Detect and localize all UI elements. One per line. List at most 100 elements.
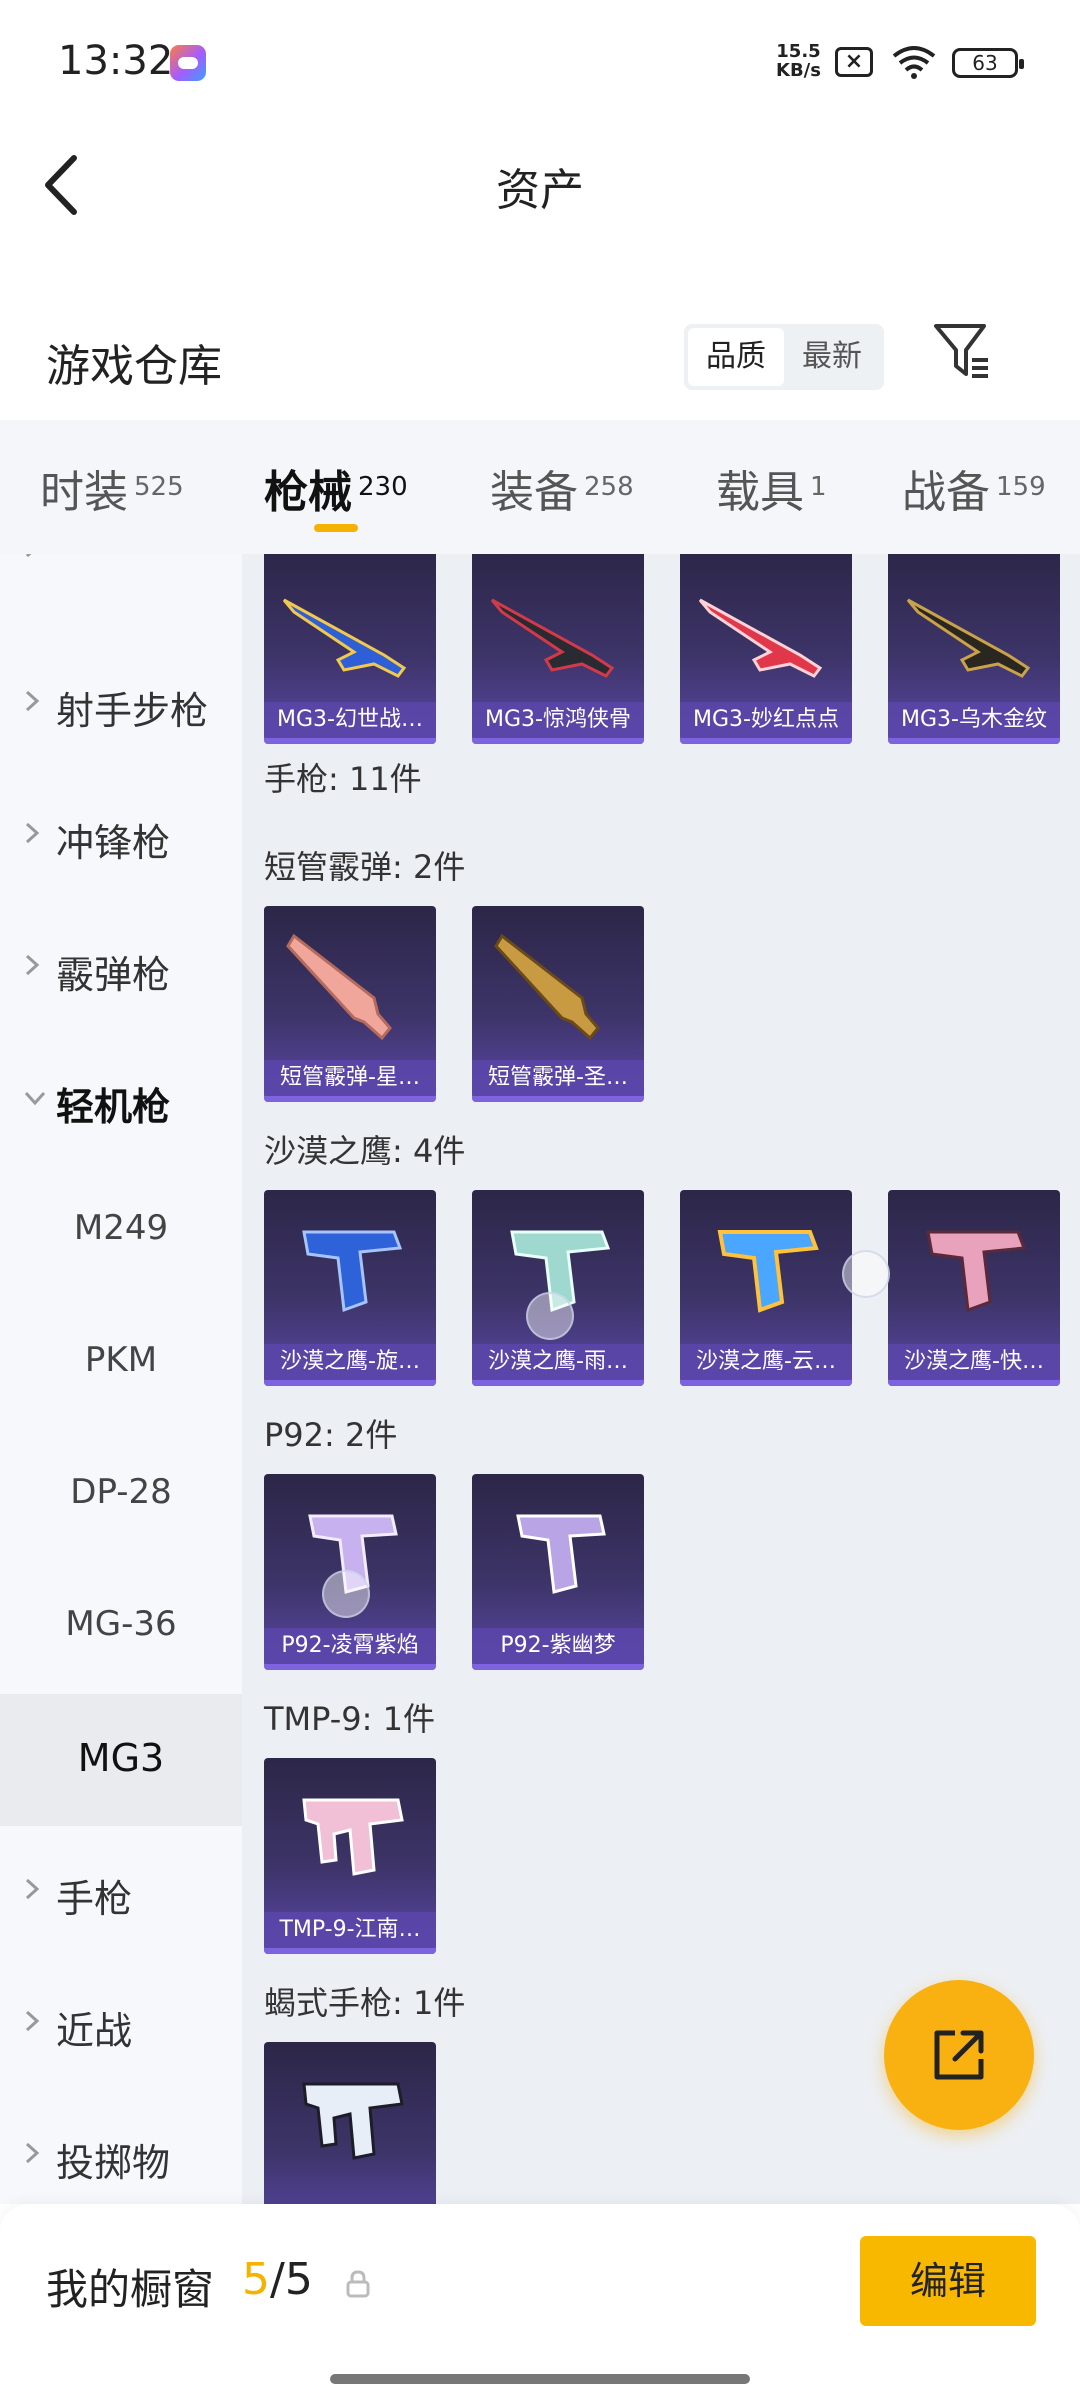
showcase-bar: 我的橱窗 5/5 编辑 [0,2204,1080,2400]
sidebar-item-smg[interactable]: 冲锋枪 [0,770,242,902]
skin-card-name: 沙漠之鹰-云… [680,1344,852,1380]
section-title-desert-eagle: 沙漠之鹰: 4件 [264,1132,466,1170]
tab-equipment[interactable]: 装备 258 [490,456,634,520]
chevron-right-icon [25,1878,40,1900]
section-title-pistol: 手枪: 11件 [264,760,422,798]
skin-card-name: TMP-9-江南… [264,1912,436,1948]
sidebar-item-label: 冲锋枪 [56,821,171,865]
sidebar-item-label: 手枪 [56,1877,133,1921]
skin-card-name: 沙漠之鹰-旋… [264,1344,436,1380]
skin-card-name: P92-凌霄紫焰 [264,1628,436,1664]
sim-off-icon: × [835,47,873,77]
showcase-count: 5/5 [242,2254,313,2305]
sidebar-item-label: PKM [84,1340,158,1380]
sidebar-item-marksman-rifle[interactable]: 射手步枪 [0,638,242,770]
tab-count: 230 [358,472,408,502]
app-header: 资产 [0,130,1080,240]
skin-card[interactable] [264,2042,436,2204]
pistol-icon [302,1230,403,1313]
status-bar: 13:32 15.5 KB/s × 63 [0,0,1080,130]
touch-indicator [842,1250,890,1298]
section-title-sawed-off: 短管霰弹: 2件 [264,848,466,886]
sidebar-subitem-dp28[interactable]: DP-28 [0,1430,242,1562]
sidebar-subitem-m249[interactable]: M249 [0,1166,242,1298]
skin-card[interactable]: MG3-妙红点点 [680,554,852,744]
sidebar-item-label: 投掷物 [56,2141,171,2185]
skin-card-name: 短管霰弹-星… [264,1060,436,1096]
battery-icon: 63 [952,48,1024,78]
skin-card-name: MG3-妙红点点 [680,702,852,738]
filter-icon[interactable] [932,320,992,384]
skin-card[interactable]: MG3-幻世战… [264,554,436,744]
skin-card[interactable]: 短管霰弹-圣… [472,906,644,1102]
sidebar-subitem-pkm[interactable]: PKM [0,1298,242,1430]
tab-count: 159 [996,472,1046,502]
sidebar-item-lmg[interactable]: 轻机枪 [0,1034,242,1166]
sidebar-item-label: 轻机枪 [56,1085,171,1129]
chevron-right-icon [25,822,40,844]
rifle-icon [906,598,1031,678]
sidebar-item-throwable[interactable]: 投掷物 [0,2090,242,2204]
sidebar-item-label: DP-28 [70,1472,172,1512]
skin-card-name: MG3-惊鸿侠骨 [472,702,644,738]
sidebar-item-pistol[interactable]: 手枪 [0,1826,242,1958]
sidebar-subitem-mg3[interactable]: MG3 [0,1694,242,1826]
share-button[interactable] [884,1980,1034,2130]
network-speed: 15.5 KB/s [776,42,821,80]
active-tab-indicator [314,524,358,532]
tab-label: 枪械 [264,467,352,518]
skin-card[interactable]: TMP-9-江南… [264,1758,436,1954]
status-time: 13:32 [58,38,174,84]
skin-card[interactable]: 沙漠之鹰-旋… [264,1190,436,1386]
sidebar-item-melee[interactable]: 近战 [0,1958,242,2090]
rifle-icon [698,598,823,678]
sidebar-item-label: MG3 [77,1736,165,1780]
sidebar-item-label: MG-36 [65,1604,177,1644]
skin-card-name: 沙漠之鹰-雨… [472,1344,644,1380]
tab-label: 战备 [902,467,990,518]
skin-card[interactable]: 沙漠之鹰-雨… [472,1190,644,1386]
network-speed-value: 15.5 [776,41,821,62]
warehouse-header: 游戏仓库 品质 最新 [0,300,1080,420]
tab-firearms[interactable]: 枪械 230 [264,456,408,520]
chevron-right-icon [25,954,40,976]
tab-label: 时装 [40,467,128,518]
tab-vehicles[interactable]: 载具 1 [716,456,827,520]
sidebar-item-partial[interactable] [0,554,242,616]
section-title-scorpion: 蝎式手枪: 1件 [264,1984,466,2022]
network-speed-unit: KB/s [776,60,821,81]
lock-icon [346,2270,370,2298]
home-indicator[interactable] [330,2374,750,2384]
skin-card-name: P92-紫幽梦 [472,1628,644,1664]
skin-card[interactable]: P92-紫幽梦 [472,1474,644,1670]
sort-quality-button[interactable]: 品质 [688,328,784,386]
chevron-right-icon [25,2142,40,2164]
sidebar-item-shotgun[interactable]: 霰弹枪 [0,902,242,1034]
chevron-right-icon [25,554,32,558]
skin-card[interactable]: 沙漠之鹰-快… [888,1190,1060,1386]
tab-combat-gear[interactable]: 战备 159 [902,456,1046,520]
edit-button[interactable]: 编辑 [860,2236,1036,2326]
sidebar-subitem-mg36[interactable]: MG-36 [0,1562,242,1694]
touch-indicator [322,1570,370,1618]
skin-card[interactable]: 沙漠之鹰-云… [680,1190,852,1386]
rifle-icon [490,598,615,678]
section-title-p92: P92: 2件 [264,1416,398,1454]
tab-count: 1 [810,472,827,502]
sidebar-item-label: 射手步枪 [56,689,209,733]
skin-card[interactable]: 短管霰弹-星… [264,906,436,1102]
tab-count: 258 [584,472,634,502]
smg-icon [302,2082,404,2160]
skin-card[interactable]: MG3-乌木金纹 [888,554,1060,744]
chevron-down-icon [24,1091,46,1106]
skin-card[interactable]: MG3-惊鸿侠骨 [472,554,644,744]
weapon-category-sidebar: 射手步枪 冲锋枪 霰弹枪 轻机枪 M249 PKM DP-28 MG-36 MG… [0,554,242,2204]
tab-label: 装备 [490,467,578,518]
share-external-icon [934,2030,984,2080]
chevron-right-icon [25,2010,40,2032]
rifle-icon [282,598,407,678]
wifi-icon [892,46,936,79]
sort-newest-button[interactable]: 最新 [784,328,880,386]
skin-card-name: MG3-幻世战… [264,702,436,738]
tab-fashion[interactable]: 时装 525 [40,456,184,520]
